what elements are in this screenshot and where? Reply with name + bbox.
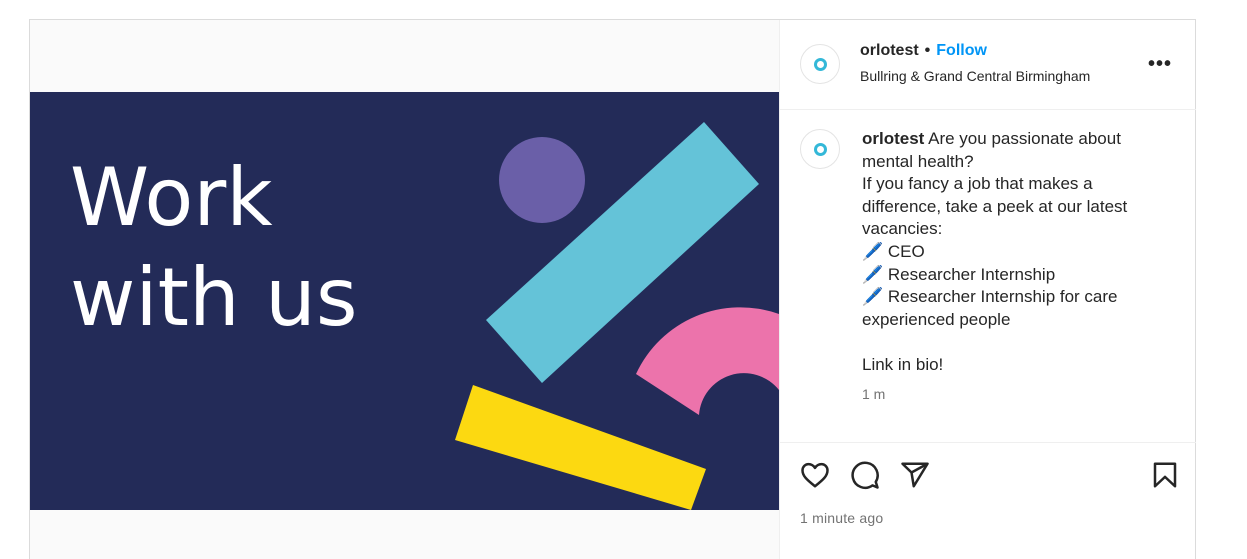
more-options-icon[interactable]: ••• <box>1148 54 1172 74</box>
heart-icon[interactable] <box>800 460 830 490</box>
post-caption: orlotest Are you passionate about mental… <box>862 128 1162 377</box>
location-link[interactable]: Bullring & Grand Central Birmingham <box>860 68 1090 84</box>
separator-dot: • <box>924 42 931 59</box>
follow-button[interactable]: Follow <box>936 42 987 59</box>
profile-avatar[interactable] <box>800 44 840 84</box>
bookmark-icon[interactable] <box>1150 460 1180 490</box>
comment-icon[interactable] <box>850 460 880 490</box>
header-user-line: orlotest • Follow <box>860 42 987 60</box>
post-side-panel: orlotest • Follow Bullring & Grand Central… <box>779 20 1196 559</box>
caption-username[interactable]: orlotest <box>862 129 924 148</box>
actions-divider <box>780 442 1196 443</box>
post-card: Work with us orlotest • Follow Bullring & … <box>29 19 1196 559</box>
caption-text: Are you passionate about mental health? … <box>862 129 1128 374</box>
image-headline-line1: Work <box>70 151 273 244</box>
post-media[interactable]: Work with us <box>30 20 779 559</box>
post-time-ago: 1 minute ago <box>800 510 884 526</box>
avatar-logo <box>813 142 827 156</box>
header-username[interactable]: orlotest <box>860 42 919 59</box>
image-headline-line2: with us <box>70 251 358 344</box>
post-header: orlotest • Follow Bullring & Grand Central… <box>780 20 1196 110</box>
post-image[interactable]: Work with us <box>30 92 779 510</box>
purple-circle-shape <box>499 137 585 223</box>
paper-plane-icon[interactable] <box>900 460 930 490</box>
caption-avatar[interactable] <box>800 129 840 169</box>
caption-timestamp: 1 m <box>862 386 886 402</box>
avatar-logo <box>813 57 827 71</box>
